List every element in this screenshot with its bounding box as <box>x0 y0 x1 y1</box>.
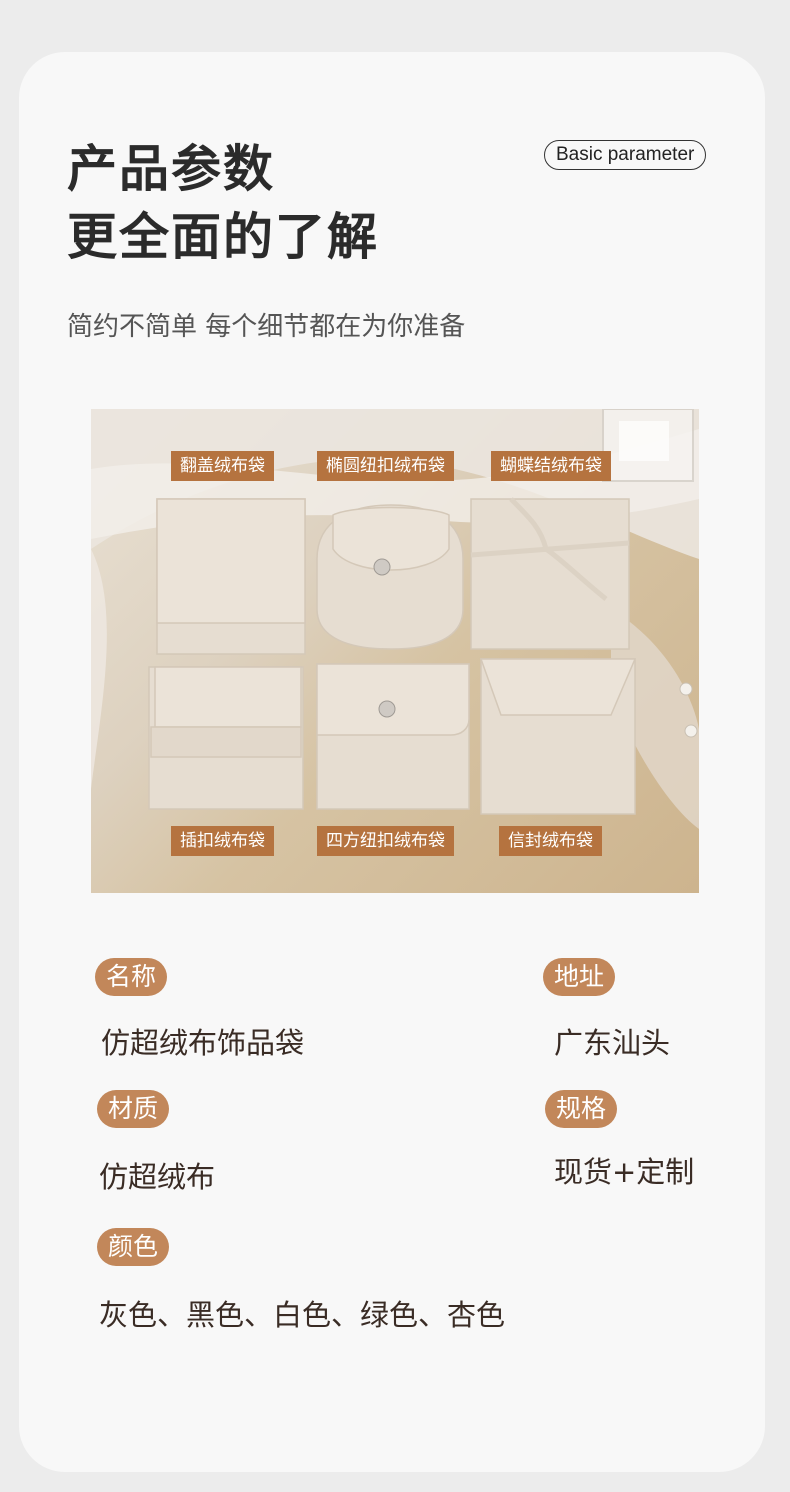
material-label: 材质 <box>97 1090 170 1128</box>
address-label: 地址 <box>543 958 616 996</box>
page-title-line1: 产品参数 <box>67 140 275 198</box>
spec-value: 现货+定制 <box>554 1155 695 1189</box>
bow-pouch <box>470 497 630 650</box>
address-value: 广东汕头 <box>554 1026 671 1060</box>
name-label: 名称 <box>95 958 168 996</box>
label-tuck-pouch: 插扣绒布袋 <box>171 826 274 856</box>
page-subtitle: 简约不简单 每个细节都在为你准备 <box>67 312 466 342</box>
content-card: 产品参数 更全面的了解 Basic parameter 简约不简单 每个细节都在… <box>19 52 765 1472</box>
page-title-line2: 更全面的了解 <box>67 208 379 266</box>
color-value: 灰色、黑色、白色、绿色、杏色 <box>99 1298 506 1332</box>
spec-label: 规格 <box>545 1090 618 1128</box>
label-square-button-pouch: 四方纽扣绒布袋 <box>317 826 454 856</box>
oval-button-pouch <box>316 504 464 650</box>
label-oval-button-pouch: 椭圆纽扣绒布袋 <box>317 451 454 481</box>
label-flap-pouch: 翻盖绒布袋 <box>171 451 274 481</box>
material-value: 仿超绒布 <box>99 1160 216 1194</box>
label-envelope-pouch: 信封绒布袋 <box>499 826 602 856</box>
tuck-pouch <box>148 666 304 810</box>
label-bow-pouch: 蝴蝶结绒布袋 <box>491 451 611 481</box>
name-value: 仿超绒布饰品袋 <box>101 1026 305 1060</box>
envelope-pouch <box>479 658 637 815</box>
square-button-pouch <box>316 663 470 810</box>
pouches-illustration <box>91 409 699 829</box>
flap-pouch <box>156 498 306 655</box>
color-label: 颜色 <box>97 1228 170 1266</box>
basic-parameter-badge: Basic parameter <box>544 140 707 170</box>
product-photo: 翻盖绒布袋 椭圆纽扣绒布袋 蝴蝶结绒布袋 插扣绒布袋 四方纽扣绒布袋 信封绒布袋 <box>91 409 699 893</box>
